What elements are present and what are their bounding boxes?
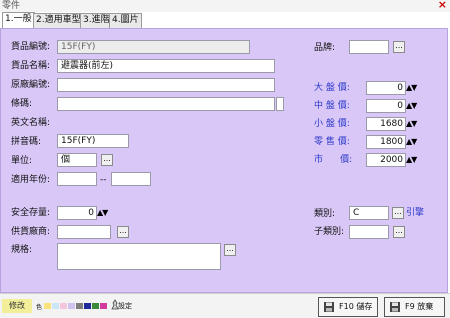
original-code-field[interactable] [57,78,275,92]
category-label: 類別: [314,209,336,219]
floppy-disk-icon [324,302,334,312]
pinyin-field[interactable]: 15F(FY) [57,134,129,148]
swatch-gray[interactable] [76,303,84,309]
swatch-blue[interactable] [52,303,60,309]
spec-label: 規格: [11,245,33,255]
discard-button[interactable]: F9 放棄 [384,297,445,317]
swatch-magenta[interactable] [100,303,108,309]
year-to-field[interactable] [111,172,151,186]
tab-general[interactable]: 1.一般 [2,12,35,28]
market-price-label: 市 價: [314,155,353,165]
mid-price-spinner[interactable]: ▲▼ [406,100,420,112]
mid-price-label: 中 盤 價: [314,101,350,111]
safety-stock-field[interactable]: 0 [57,206,97,220]
floppy-disk-icon [390,302,400,312]
original-code-label: 原廠編號: [11,80,51,90]
swatch-navy[interactable] [84,303,92,309]
safety-stock-label: 安全存量: [11,208,51,218]
discard-button-label: F9 放棄 [405,302,434,311]
save-button[interactable]: F10 儲存 [318,297,378,317]
market-price-field[interactable]: 2000 [366,153,406,167]
swatch-pink[interactable] [60,303,68,309]
close-icon[interactable]: × [438,0,447,11]
category-field[interactable]: C [349,206,389,220]
retail-price-field[interactable]: 1800 [366,135,406,149]
tab-advanced[interactable]: 3.進階 [80,13,113,28]
window-title: 零件 [2,1,21,11]
safety-stock-spinner[interactable]: ▲▼ [97,207,111,219]
title-bar: 零件 × [0,0,450,12]
retail-price-spinner[interactable]: ▲▼ [406,136,420,148]
english-name-label: 英文名稱: [11,118,51,128]
pinyin-label: 拼音碼: [11,137,42,147]
retail-price-label: 零 售 價: [314,137,350,147]
brand-field[interactable] [349,40,389,54]
color-swatches: 色 [36,302,108,311]
unit-field[interactable]: 個 [57,153,97,167]
year-from-field[interactable] [57,172,97,186]
subcategory-browse-button[interactable]: ... [393,226,405,238]
tab-images[interactable]: 4.圖片 [109,13,142,28]
barcode-field[interactable] [57,97,275,111]
small-price-field[interactable]: 1680 [366,117,406,131]
subcategory-label: 子類別: [314,227,345,237]
footer-bar: 修改 色 設定 F10 儲存 F9 放棄 [0,293,450,318]
mid-price-field[interactable]: 0 [366,99,406,113]
category-name-link[interactable]: 引擎 [406,207,424,219]
form-panel: 貨品編號: 15F(FY) 貨品名稱: 避震器(前左) 原廠編號: 條碼: 英文… [0,28,448,293]
settings-label[interactable]: 設定 [118,301,132,311]
market-price-spinner[interactable]: ▲▼ [406,154,420,166]
wholesale-price-label: 大 盤 價: [314,83,350,93]
swatch-label: 色 [36,303,43,311]
swatch-green[interactable] [92,303,100,309]
spec-field[interactable] [57,243,221,270]
swatch-yellow[interactable] [44,303,52,309]
swatch-lavender[interactable] [68,303,76,309]
tab-vehicle-models[interactable]: 2.適用車型 [33,13,84,28]
supplier-field[interactable] [57,225,111,239]
small-price-spinner[interactable]: ▲▼ [406,118,420,130]
product-name-field[interactable]: 避震器(前左) [57,59,275,73]
unit-label: 單位: [11,156,33,166]
mode-status: 修改 [2,299,32,313]
small-price-label: 小 盤 價: [314,119,350,129]
barcode-label: 條碼: [11,99,33,109]
product-code-field[interactable]: 15F(FY) [57,40,250,54]
supplier-label: 供貨廠商: [11,227,51,237]
years-label: 適用年份: [11,175,51,185]
year-separator: -- [100,175,107,185]
subcategory-field[interactable] [349,225,389,239]
category-browse-button[interactable]: ... [392,207,404,219]
unit-browse-button[interactable]: ... [101,154,113,166]
supplier-browse-button[interactable]: ... [117,226,129,238]
barcode-extra-field[interactable] [276,97,284,111]
spec-browse-button[interactable]: ... [224,244,236,256]
product-name-label: 貨品名稱: [11,61,51,71]
tab-bar: 1.一般 2.適用車型 3.進階 4.圖片 [0,12,450,28]
wholesale-price-spinner[interactable]: ▲▼ [406,82,420,94]
save-button-label: F10 儲存 [339,302,373,311]
product-code-label: 貨品編號: [11,42,51,52]
wholesale-price-field[interactable]: 0 [366,81,406,95]
brand-label: 品牌: [314,43,336,53]
brand-browse-button[interactable]: ... [393,41,405,53]
